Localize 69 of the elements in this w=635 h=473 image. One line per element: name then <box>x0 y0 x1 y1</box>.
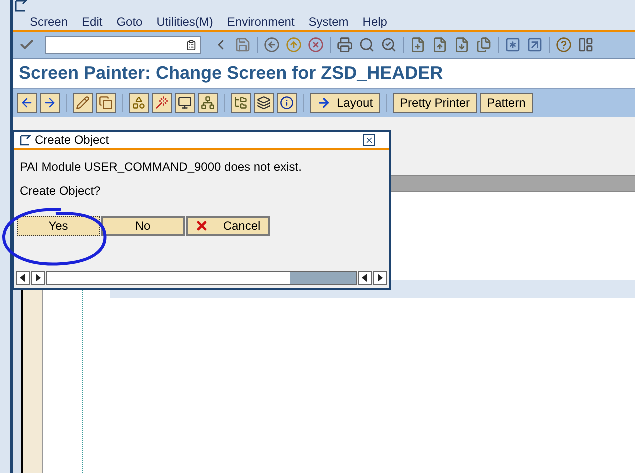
dialog-button[interactable]: No <box>101 216 185 236</box>
right-triangle-icon <box>377 274 383 282</box>
right-triangle-icon <box>35 274 41 282</box>
arrow-left-button[interactable] <box>17 93 37 113</box>
menu-item[interactable]: System <box>308 13 349 31</box>
close-icon <box>364 136 374 144</box>
wand-icon <box>155 96 169 110</box>
printer-icon[interactable] <box>337 37 353 53</box>
info-icon <box>280 96 294 110</box>
toolbar-button[interactable]: Layout <box>310 93 380 113</box>
monitor-button[interactable] <box>175 93 195 113</box>
question-text: Create Object? <box>19 183 102 200</box>
search-icon[interactable] <box>359 37 375 53</box>
copy-button[interactable] <box>96 93 116 113</box>
last-page-icon[interactable] <box>476 37 492 53</box>
first-page-icon[interactable] <box>410 37 426 53</box>
toolbar-button[interactable]: Pattern <box>480 93 533 113</box>
scroll-left-button[interactable] <box>358 271 372 285</box>
shapes-icon <box>132 96 146 110</box>
arrow-right-button[interactable] <box>40 93 60 113</box>
shortcut-icon[interactable] <box>527 37 543 53</box>
left-triangle-icon <box>20 274 26 282</box>
scroll-left-button[interactable] <box>16 271 30 285</box>
menu-item[interactable]: Screen <box>30 13 68 31</box>
left-triangle-icon <box>362 274 368 282</box>
save-icon[interactable] <box>235 37 251 53</box>
close-button[interactable] <box>363 134 375 146</box>
network-icon <box>201 96 215 110</box>
network-button[interactable] <box>198 93 218 113</box>
arrow-left-icon <box>20 96 34 110</box>
screen-title: Screen Painter: Change Screen for ZSD_HEADER <box>19 62 444 85</box>
scroll-right-button[interactable] <box>373 271 387 285</box>
stack-button[interactable] <box>254 93 274 113</box>
shapes-button[interactable] <box>129 93 149 113</box>
scroll-right-button[interactable] <box>31 271 45 285</box>
layout-icon[interactable] <box>578 37 594 53</box>
cancel-icon <box>195 219 210 233</box>
dialog-button[interactable]: Yes <box>17 216 100 236</box>
menu-item[interactable]: Utilities(M) <box>156 13 214 31</box>
monitor-icon <box>178 96 192 110</box>
wand-button[interactable] <box>152 93 172 113</box>
info-button[interactable] <box>277 93 297 113</box>
new-session-icon[interactable] <box>505 37 521 53</box>
search-next-icon[interactable] <box>381 37 397 53</box>
next-page-icon[interactable] <box>454 37 470 53</box>
scrollbar-thumb[interactable] <box>290 272 356 284</box>
hierarchy-icon <box>234 96 248 110</box>
help-icon[interactable] <box>556 37 572 53</box>
stack-icon <box>257 96 271 110</box>
hierarchy-button[interactable] <box>231 93 251 113</box>
pencil-button[interactable] <box>73 93 93 113</box>
dialog-icon <box>20 134 32 146</box>
pencil-icon <box>76 96 90 110</box>
previous-page-icon[interactable] <box>432 37 448 53</box>
dropdown-icon[interactable] <box>186 40 197 50</box>
window-menu-icon[interactable] <box>15 0 29 12</box>
cancel-icon[interactable] <box>308 37 324 53</box>
back-icon[interactable] <box>264 37 280 53</box>
menu-item[interactable]: Goto <box>116 13 143 31</box>
command-field[interactable] <box>45 36 201 54</box>
copy-icon <box>99 96 113 110</box>
menu-item[interactable]: Help <box>362 13 388 31</box>
menu-item[interactable]: Edit <box>82 13 103 31</box>
menu-item[interactable]: Environment <box>227 13 295 31</box>
dialog-title: Create Object <box>35 132 110 149</box>
dialog-button[interactable]: Cancel <box>186 216 270 236</box>
toolbar-button[interactable]: Pretty Printer <box>393 93 478 113</box>
message-text: PAI Module USER_COMMAND_9000 does not exist. <box>19 159 303 176</box>
arrow-right-icon <box>43 96 57 110</box>
